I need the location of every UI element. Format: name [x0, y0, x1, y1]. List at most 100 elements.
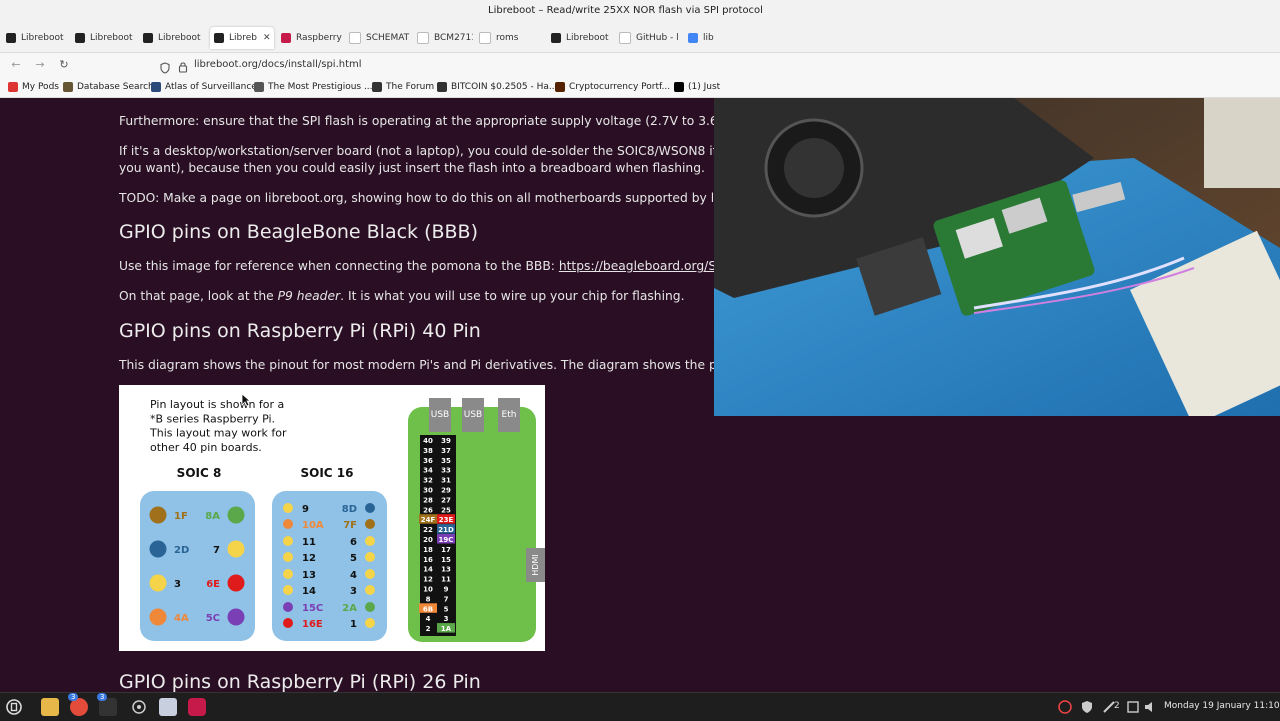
window-title: Libreboot – Read/write 25XX NOR flash vi… [488, 5, 763, 16]
soic8-pin-label: 8A [205, 511, 220, 522]
page-content: Furthermore: ensure that the SPI flash i… [0, 98, 1280, 692]
gpio-pin-label: 35 [441, 457, 451, 465]
tab-2[interactable]: Libreboot [75, 27, 137, 49]
tray-count: 2 [1114, 701, 1120, 711]
soic16-pin-label: 1 [350, 619, 357, 630]
soic8-pin-label: 6E [206, 579, 220, 590]
network-icon[interactable] [1124, 698, 1142, 716]
bookmark-6[interactable]: BITCOIN $0.2505 - Ha... [437, 80, 557, 94]
bookmark-3[interactable]: Atlas of Surveillance [151, 80, 257, 94]
gpio-pin-label: 11 [441, 576, 451, 584]
gpio-pin-label: 12 [423, 576, 433, 584]
soic16-pin-label: 15C [302, 603, 323, 614]
raspberry-pi-imager-icon[interactable] [188, 698, 206, 716]
gpio-pin-label: 38 [423, 447, 433, 455]
paragraph-todo: TODO: Make a page on libreboot.org, show… [119, 191, 754, 205]
gpio-pin-label: 19C [439, 536, 454, 544]
tab-label: Raspberry [296, 33, 342, 43]
bookmark-5[interactable]: The Forum [372, 80, 434, 94]
soic16-pin-label: 11 [302, 537, 316, 548]
tab-6[interactable]: SCHEMAT [349, 27, 411, 49]
soic16-pin-dot [365, 602, 375, 612]
taskbar: 3 3 2 Monday 19 January 11:10 [0, 692, 1280, 721]
gpio-pin-label: 32 [423, 477, 433, 485]
gpio-pin-label: 21D [438, 526, 454, 534]
soic16-pin-label: 8D [342, 504, 357, 515]
lock-icon[interactable] [178, 58, 188, 77]
tab-1[interactable]: Libreboot [6, 27, 68, 49]
soic16-pin-label: 9 [302, 504, 309, 515]
gpio-pin-label: 28 [423, 496, 433, 504]
text-editor-icon[interactable] [159, 698, 177, 716]
forward-button[interactable]: → [32, 57, 48, 73]
volume-icon[interactable] [1142, 698, 1160, 716]
bookmark-label: BITCOIN $0.2505 - Ha... [451, 82, 558, 92]
gpio-pin-label: 4 [426, 615, 431, 623]
tab-label: roms [496, 33, 519, 43]
soic8-pin-dot [227, 608, 245, 626]
tab-10[interactable]: GitHub - l [619, 27, 681, 49]
soic8-pin-label: 4A [174, 613, 189, 624]
address-bar[interactable]: libreboot.org/docs/install/spi.html [156, 55, 756, 75]
soic8-pin-dot [227, 540, 245, 558]
reload-button[interactable]: ↻ [56, 57, 72, 73]
gpio-pin-label: 3 [444, 615, 449, 623]
pods-icon [8, 82, 18, 92]
soic16-pin-dot [283, 519, 293, 529]
shield-tray-icon[interactable] [1078, 698, 1096, 716]
gpio-pin-label: 8 [426, 595, 431, 603]
soic8-pin-label: 2D [174, 545, 189, 556]
soic16-pin-label: 2A [342, 603, 357, 614]
soic16-pin-label: 10A [302, 520, 324, 531]
soic8-pin-dot [227, 506, 245, 524]
tab-11[interactable]: libi [688, 27, 714, 49]
update-icon[interactable] [1056, 698, 1074, 716]
gpio-pin-label: 27 [441, 496, 451, 504]
tab-7[interactable]: BCM2711 [417, 27, 473, 49]
shield-icon[interactable] [160, 59, 170, 78]
soic16-pin-dot [283, 585, 293, 595]
tab-label: Libreboot [566, 33, 609, 43]
gpio-pin-label: 17 [441, 546, 451, 554]
bookmark-label: The Most Prestigious ... [268, 82, 373, 92]
soic8-pin-label: 1F [174, 511, 188, 522]
gpio-pin-label: 25 [441, 506, 451, 514]
bookmark-8[interactable]: (1) Just [674, 80, 720, 94]
files-icon[interactable] [41, 698, 59, 716]
bookmark-2[interactable]: Database Search [63, 80, 154, 94]
soic16-pin-dot [365, 552, 375, 562]
gpio-pin-label: 16 [423, 556, 433, 564]
gpio-pin-label: 24F [421, 516, 436, 524]
clock[interactable]: Monday 19 January 11:10 [1164, 701, 1280, 711]
paragraph-desolder-line2: you want), because then you could easily… [119, 161, 705, 175]
soic16-pin-dot [365, 569, 375, 579]
p9-suffix-text: . It is what you will use to wire up you… [340, 289, 685, 303]
back-button[interactable]: ← [8, 57, 24, 73]
raspberry-favicon [281, 33, 291, 43]
bookmark-7[interactable]: Cryptocurrency Portf... [555, 80, 670, 94]
bookmark-4[interactable]: The Most Prestigious ... [254, 80, 373, 94]
database-icon [63, 82, 73, 92]
gpio-pin-label: 10 [423, 586, 433, 594]
soic16-pin-label: 13 [302, 570, 316, 581]
tab-4[interactable]: Libreb ✕ [210, 27, 274, 49]
soic16-pin-label: 7F [343, 520, 357, 531]
settings-icon[interactable] [130, 698, 148, 716]
tab-3[interactable]: Libreboot [143, 27, 205, 49]
close-tab-icon[interactable]: ✕ [263, 33, 271, 43]
menu-icon[interactable] [5, 698, 23, 716]
gpio-pin-label: 33 [441, 467, 451, 475]
tab-8[interactable]: roms [479, 27, 539, 49]
rpi-port-label: USB [464, 410, 482, 420]
url-text[interactable]: libreboot.org/docs/install/spi.html [194, 59, 362, 70]
tab-5[interactable]: Raspberry [281, 27, 343, 49]
gpio-pin-label: 36 [423, 457, 433, 465]
soic8-pin-label: 7 [213, 545, 220, 556]
soic16-pin-dot [365, 618, 375, 628]
bookmark-1[interactable]: My Pods [8, 80, 59, 94]
tab-9[interactable]: Libreboot [551, 27, 613, 49]
tab-bar: Libreboot Libreboot Libreboot Libreb ✕ Raspbe… [0, 24, 1280, 53]
soic16-title: SOIC 16 [301, 466, 354, 480]
bookmark-label: The Forum [386, 82, 435, 92]
gpio-pin-label: 2 [426, 625, 431, 633]
